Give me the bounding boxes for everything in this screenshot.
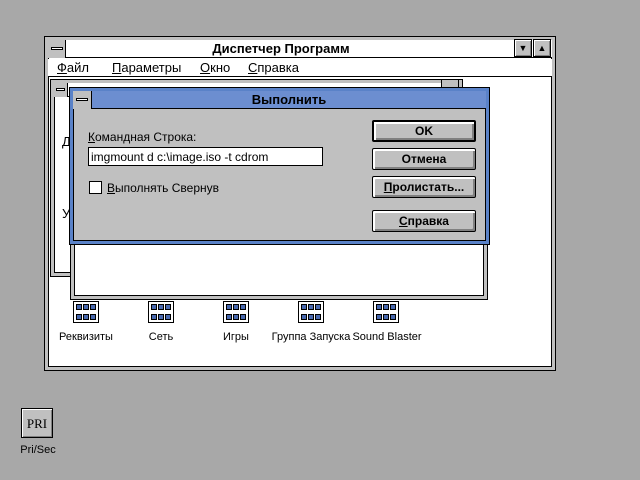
group-icon[interactable] [373,301,399,323]
group-system-menu-icon[interactable] [54,83,68,97]
group-icon[interactable] [73,301,99,323]
group-label-sound-blaster[interactable]: Sound Blaster [350,331,424,343]
group-label-accessories[interactable]: Реквизиты [50,331,122,343]
browse-button[interactable]: Пролистать... [372,176,476,198]
menu-file[interactable]: Файл [57,59,89,77]
group-window-secondary[interactable] [70,238,488,300]
menu-window[interactable]: Окно [200,59,230,77]
group-label-startup[interactable]: Группа Запуска [266,331,356,343]
cancel-button[interactable]: Отмена [372,148,476,170]
pri-sec-icon[interactable]: PRI [21,408,53,438]
group-icon[interactable] [148,301,174,323]
pri-sec-label[interactable]: Pri/Sec [8,444,68,456]
group-label-games[interactable]: Игры [200,331,272,343]
program-manager-title: Диспетчер Программ [212,41,350,56]
run-minimized-label[interactable]: Выполнять Свернув [107,181,219,195]
group-icon[interactable] [223,301,249,323]
ok-button[interactable]: OK [372,120,476,142]
command-line-input[interactable] [88,147,323,166]
help-button[interactable]: Справка [372,210,476,232]
menu-help[interactable]: Справка [248,59,299,77]
maximize-button[interactable]: ▲ [533,39,551,57]
group-icon[interactable] [298,301,324,323]
minimize-button[interactable]: ▼ [514,39,532,57]
run-dialog-title: Выполнить [251,92,327,107]
command-line-label: Командная Строка: [88,130,197,144]
run-system-menu-icon[interactable] [73,91,92,109]
group-label-network[interactable]: Сеть [125,331,197,343]
run-minimized-checkbox[interactable] [89,181,102,194]
menu-options[interactable]: Параметры [112,59,181,77]
